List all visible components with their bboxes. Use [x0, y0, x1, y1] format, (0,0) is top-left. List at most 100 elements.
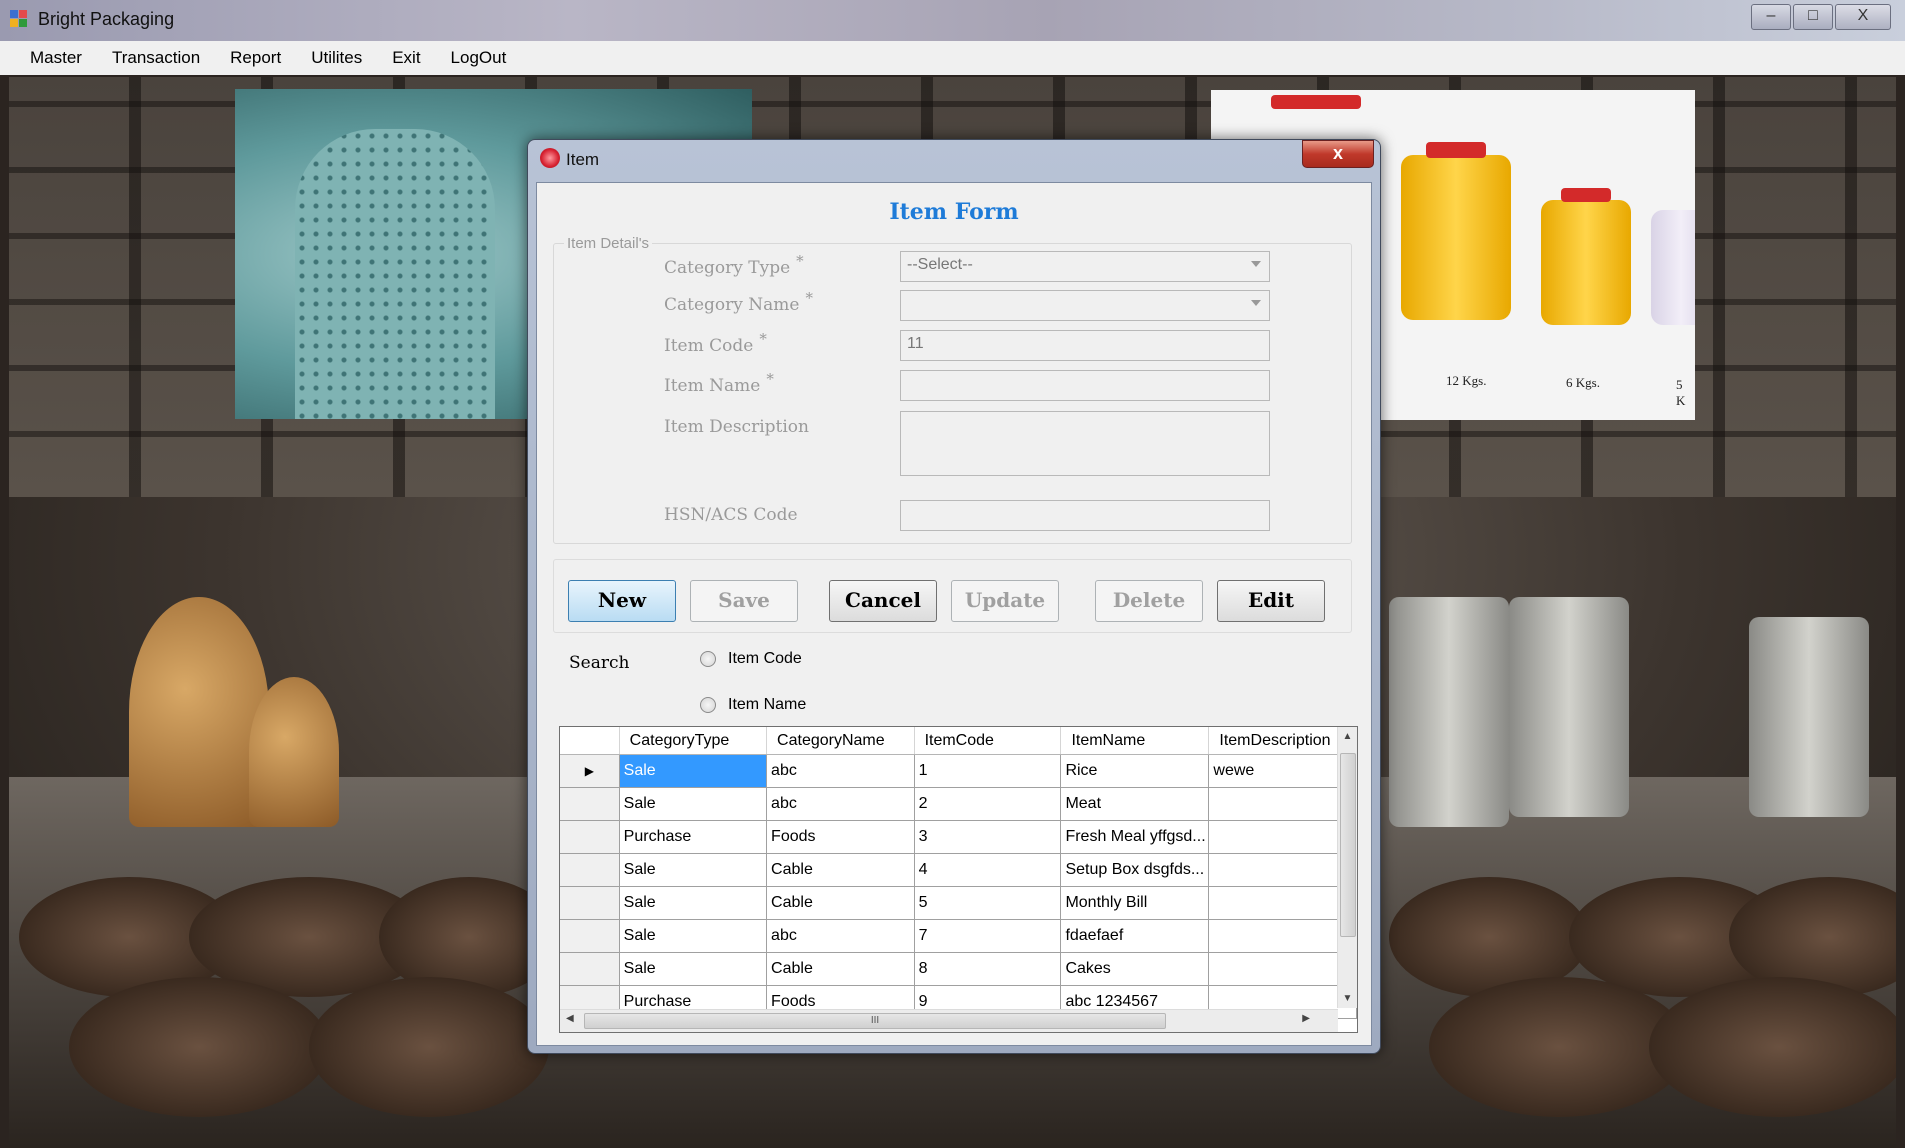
dialog-title: Item: [566, 150, 600, 169]
table-cell[interactable]: 1: [914, 754, 1062, 788]
column-header-category-name[interactable]: CategoryName: [766, 727, 915, 755]
table-cell[interactable]: fdaefaef: [1060, 919, 1210, 953]
table-cell[interactable]: abc: [766, 919, 915, 953]
table-cell[interactable]: Sale: [619, 754, 768, 788]
table-cell[interactable]: Sale: [619, 787, 768, 821]
table-cell[interactable]: Monthly Bill: [1060, 886, 1210, 920]
table-cell[interactable]: Sale: [619, 853, 768, 887]
current-row-indicator: ▶: [560, 754, 620, 788]
table-cell[interactable]: 8: [914, 952, 1062, 986]
required-mark: *: [766, 370, 774, 388]
menu-exit[interactable]: Exit: [376, 48, 434, 68]
category-name-label: Category Name *: [664, 289, 813, 315]
table-cell[interactable]: [1208, 820, 1357, 854]
item-name-field[interactable]: [900, 370, 1270, 401]
table-cell[interactable]: [1208, 886, 1357, 920]
table-cell[interactable]: [1208, 919, 1357, 953]
item-code-field[interactable]: 11: [900, 330, 1270, 361]
close-window-button[interactable]: X: [1835, 4, 1891, 30]
barrel: [69, 977, 329, 1117]
table-cell[interactable]: [1208, 952, 1357, 986]
table-row[interactable]: Sale abc 7 fdaefaef: [560, 919, 1357, 953]
radio-label: Item Code: [728, 650, 802, 667]
column-header-item-code[interactable]: ItemCode: [914, 727, 1062, 755]
dialog-close-button[interactable]: x: [1302, 140, 1374, 168]
table-cell[interactable]: Cakes: [1060, 952, 1210, 986]
scroll-right-arrow-icon[interactable]: ▶: [1302, 1013, 1310, 1024]
table-cell[interactable]: 7: [914, 919, 1062, 953]
update-button[interactable]: Update: [951, 580, 1059, 622]
table-cell[interactable]: 4: [914, 853, 1062, 887]
table-cell[interactable]: [1208, 853, 1357, 887]
minimize-button[interactable]: –: [1751, 4, 1791, 30]
vertical-scroll-thumb[interactable]: [1340, 753, 1356, 937]
table-cell[interactable]: Sale: [619, 886, 768, 920]
table-row[interactable]: Sale Cable 4 Setup Box dsgfds...: [560, 853, 1357, 887]
textured-bottle: [295, 129, 495, 419]
item-name-label: Item Name *: [664, 370, 774, 396]
radio-circle: [700, 697, 716, 713]
table-cell[interactable]: Foods: [766, 820, 915, 854]
table-row[interactable]: Sale Cable 5 Monthly Bill: [560, 886, 1357, 920]
table-row[interactable]: Purchase Foods 3 Fresh Meal yffgsd...: [560, 820, 1357, 854]
new-button[interactable]: New: [568, 580, 676, 622]
jar-label: 6 Kgs.: [1566, 375, 1600, 390]
table-cell[interactable]: Sale: [619, 952, 768, 986]
menu-report[interactable]: Report: [214, 48, 295, 68]
save-button[interactable]: Save: [690, 580, 798, 622]
table-cell[interactable]: abc: [766, 754, 915, 788]
hsn-code-field[interactable]: [900, 500, 1270, 531]
column-header-item-name[interactable]: ItemName: [1060, 727, 1210, 755]
table-cell[interactable]: Meat: [1060, 787, 1210, 821]
steel-tank: [1389, 597, 1509, 827]
horizontal-scroll-thumb[interactable]: III: [584, 1013, 1166, 1029]
table-cell[interactable]: 5: [914, 886, 1062, 920]
search-by-item-code-radio[interactable]: Item Code: [700, 650, 802, 668]
cancel-button[interactable]: Cancel: [829, 580, 937, 622]
item-description-field[interactable]: [900, 411, 1270, 476]
horizontal-scrollbar[interactable]: ◀ III ▶: [560, 1009, 1338, 1032]
category-type-select[interactable]: --Select--: [900, 251, 1270, 282]
menu-master[interactable]: Master: [0, 48, 96, 68]
table-row[interactable]: Sale abc 2 Meat: [560, 787, 1357, 821]
vertical-scrollbar[interactable]: ▲ ▼: [1337, 727, 1357, 1008]
scroll-left-arrow-icon[interactable]: ◀: [566, 1013, 574, 1024]
steel-tank: [1509, 597, 1629, 817]
table-row[interactable]: Sale Cable 8 Cakes: [560, 952, 1357, 986]
menu-logout[interactable]: LogOut: [435, 48, 521, 68]
radio-label: Item Name: [728, 696, 807, 713]
table-cell[interactable]: [1208, 787, 1357, 821]
items-grid[interactable]: CategoryType CategoryName ItemCode ItemN…: [559, 726, 1358, 1033]
table-row[interactable]: ▶ Sale abc 1 Rice wewe: [560, 754, 1357, 788]
window-title: Bright Packaging: [38, 9, 175, 29]
table-cell[interactable]: Purchase: [619, 820, 768, 854]
table-cell[interactable]: Cable: [766, 952, 915, 986]
category-name-select[interactable]: [900, 290, 1270, 321]
edit-button[interactable]: Edit: [1217, 580, 1325, 622]
required-mark: *: [805, 289, 813, 307]
search-by-item-name-radio[interactable]: Item Name: [700, 696, 806, 714]
chevron-down-icon: [1251, 300, 1261, 306]
table-cell[interactable]: Fresh Meal yffgsd...: [1060, 820, 1210, 854]
delete-button[interactable]: Delete: [1095, 580, 1203, 622]
scroll-up-arrow-icon[interactable]: ▲: [1338, 731, 1357, 742]
row-header: [560, 952, 620, 986]
column-header-item-description[interactable]: ItemDescription: [1208, 727, 1357, 755]
table-cell[interactable]: Cable: [766, 886, 915, 920]
table-cell[interactable]: Setup Box dsgfds...: [1060, 853, 1210, 887]
table-cell[interactable]: 2: [914, 787, 1062, 821]
column-header-category-type[interactable]: CategoryType: [619, 727, 768, 755]
menu-utilities[interactable]: Utilites: [295, 48, 376, 68]
table-cell[interactable]: wewe: [1208, 754, 1357, 788]
table-cell[interactable]: Cable: [766, 853, 915, 887]
chevron-down-icon: [1251, 261, 1261, 267]
maximize-button[interactable]: □: [1793, 4, 1833, 30]
steel-tank: [1749, 617, 1869, 817]
table-cell[interactable]: abc: [766, 787, 915, 821]
table-cell[interactable]: 3: [914, 820, 1062, 854]
table-cell[interactable]: Rice: [1060, 754, 1210, 788]
menu-transaction[interactable]: Transaction: [96, 48, 214, 68]
scroll-down-arrow-icon[interactable]: ▼: [1338, 993, 1357, 1004]
required-mark: *: [796, 252, 804, 270]
table-cell[interactable]: Sale: [619, 919, 768, 953]
